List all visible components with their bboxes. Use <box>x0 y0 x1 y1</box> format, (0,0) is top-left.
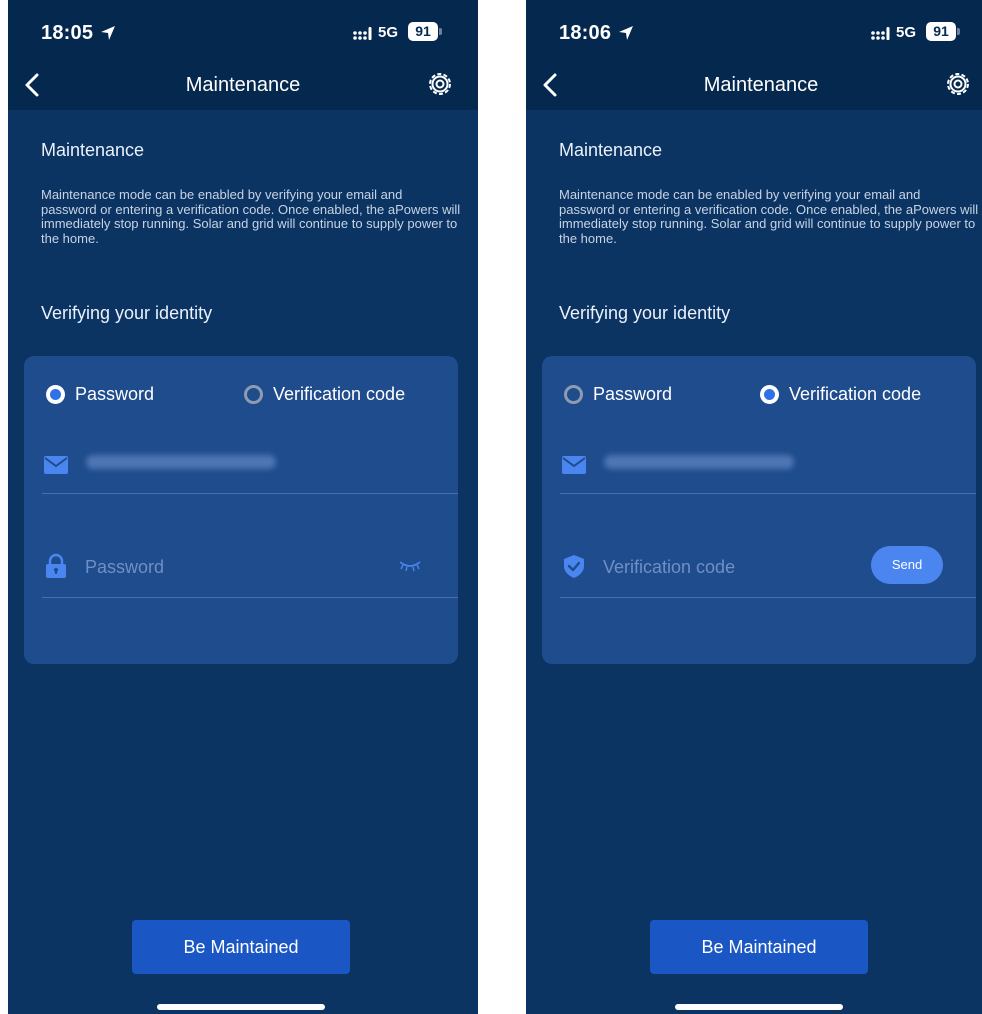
verification-code-divider <box>560 597 976 598</box>
location-arrow-icon <box>101 26 115 40</box>
network-type: 5G <box>896 24 917 41</box>
be-maintained-button[interactable]: Be Maintained <box>650 920 868 974</box>
battery-icon: 91 <box>926 22 960 41</box>
battery-level: 91 <box>408 22 438 41</box>
radio-unselected-icon <box>564 384 583 404</box>
radio-verification-code[interactable]: Verification code <box>244 382 405 406</box>
radio-verification-code-label: Verification code <box>273 383 406 404</box>
gear-icon[interactable] <box>426 70 454 98</box>
radio-password-label: Password <box>75 383 155 404</box>
status-time: 18:06 <box>559 22 612 44</box>
be-maintained-button[interactable]: Be Maintained <box>132 920 350 974</box>
description-text: Maintenance mode can be enabled by verif… <box>559 187 979 246</box>
verify-identity-title: Verifying your identity <box>41 303 213 323</box>
email-divider <box>560 493 976 494</box>
email-value-blurred[interactable] <box>86 455 276 469</box>
page-title: Maintenance <box>185 74 301 96</box>
gear-icon[interactable] <box>944 70 972 98</box>
battery-tip <box>957 28 960 35</box>
envelope-icon <box>562 456 586 474</box>
verify-identity-title: Verifying your identity <box>559 303 731 323</box>
password-divider <box>42 597 458 598</box>
email-divider <box>42 493 458 494</box>
page-title: Maintenance <box>703 74 819 96</box>
radio-selected-icon <box>46 384 65 404</box>
radio-verification-code[interactable]: Verification code <box>760 382 921 406</box>
home-indicator <box>675 1004 843 1010</box>
radio-selected-icon <box>760 384 779 404</box>
home-indicator <box>157 1004 325 1010</box>
radio-password[interactable]: Password <box>46 382 154 406</box>
radio-unselected-icon <box>244 384 263 404</box>
battery-level: 91 <box>926 22 956 41</box>
section-title: Maintenance <box>559 140 663 160</box>
send-code-button[interactable]: Send <box>871 546 943 584</box>
phone-screen-password: 18:05 5G 91 Maintenance Maintenance Main… <box>8 0 478 1014</box>
description-text: Maintenance mode can be enabled by verif… <box>41 187 461 246</box>
eye-closed-icon[interactable] <box>398 559 422 573</box>
cellular-signal-icon <box>871 27 890 40</box>
location-arrow-icon <box>619 26 633 40</box>
radio-password-label: Password <box>593 383 673 404</box>
section-title: Maintenance <box>41 140 145 160</box>
shield-check-icon <box>564 555 584 578</box>
verification-code-input[interactable]: Verification code <box>603 557 735 578</box>
lock-icon <box>46 553 66 578</box>
envelope-icon <box>44 456 68 474</box>
phone-screen-verification-code: 18:06 5G 91 Maintenance Maintenance Main… <box>526 0 982 1014</box>
radio-verification-code-label: Verification code <box>789 383 922 404</box>
email-value-blurred[interactable] <box>604 455 794 469</box>
radio-password[interactable]: Password <box>564 382 672 406</box>
password-input[interactable]: Password <box>85 557 164 578</box>
network-type: 5G <box>378 24 399 41</box>
status-time: 18:05 <box>41 22 94 44</box>
battery-icon: 91 <box>408 22 442 41</box>
battery-tip <box>439 28 442 35</box>
cellular-signal-icon <box>353 27 372 40</box>
